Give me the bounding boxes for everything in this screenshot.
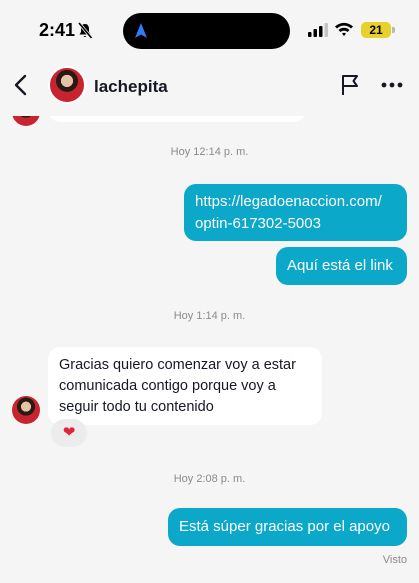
message-text[interactable]: Aquí está el link <box>287 255 396 277</box>
wifi-icon <box>335 22 353 36</box>
message-text-line[interactable]: seguir todo tu contenido <box>59 397 311 418</box>
status-bar: 2:41 21 <box>0 0 419 58</box>
avatar[interactable] <box>48 66 86 104</box>
more-options-icon[interactable] <box>381 82 403 88</box>
navigation-arrow-icon <box>135 23 147 38</box>
incoming-message-bubble[interactable]: Gracias quiero comenzar voy a estar comu… <box>48 347 322 425</box>
report-flag-icon[interactable] <box>340 74 360 96</box>
battery-indicator: 21 <box>361 22 391 38</box>
back-arrow-icon[interactable] <box>12 74 30 96</box>
chat-header: lachepita <box>0 58 419 116</box>
seen-status: Visto <box>382 554 407 566</box>
avatar <box>12 116 40 126</box>
cellular-signal-icon <box>308 23 328 37</box>
battery-tip <box>392 27 395 33</box>
chat-username[interactable]: lachepita <box>94 77 168 97</box>
outgoing-message-bubble[interactable]: https://legadoenaccion.com/ optin-617302… <box>184 184 407 241</box>
avatar[interactable] <box>12 396 40 424</box>
outgoing-message-bubble[interactable]: Está súper gracias por el apoyo <box>168 508 407 546</box>
message-list[interactable]: Hoy 12:14 p. m. https://legadoenaccion.c… <box>0 116 419 583</box>
dynamic-island <box>123 13 290 49</box>
bell-off-icon <box>77 22 93 39</box>
message-timestamp: Hoy 12:14 p. m. <box>170 146 249 158</box>
message-text-line[interactable]: https://legadoenaccion.com/ <box>195 191 396 213</box>
message-reaction[interactable]: ❤ <box>51 419 87 447</box>
message-text[interactable]: Está súper gracias por el apoyo <box>179 516 396 538</box>
heart-icon: ❤ <box>62 424 76 441</box>
previous-message-bubble[interactable] <box>47 116 307 122</box>
message-text-line[interactable]: Gracias quiero comenzar voy a estar <box>59 355 311 376</box>
message-text-line[interactable]: comunicada contigo porque voy a <box>59 376 311 397</box>
message-timestamp: Hoy 2:08 p. m. <box>173 473 246 485</box>
message-timestamp: Hoy 1:14 p. m. <box>173 310 246 322</box>
status-time: 2:41 <box>39 20 76 40</box>
outgoing-message-bubble[interactable]: Aquí está el link <box>276 247 407 285</box>
message-text-line[interactable]: optin-617302-5003 <box>195 213 396 235</box>
